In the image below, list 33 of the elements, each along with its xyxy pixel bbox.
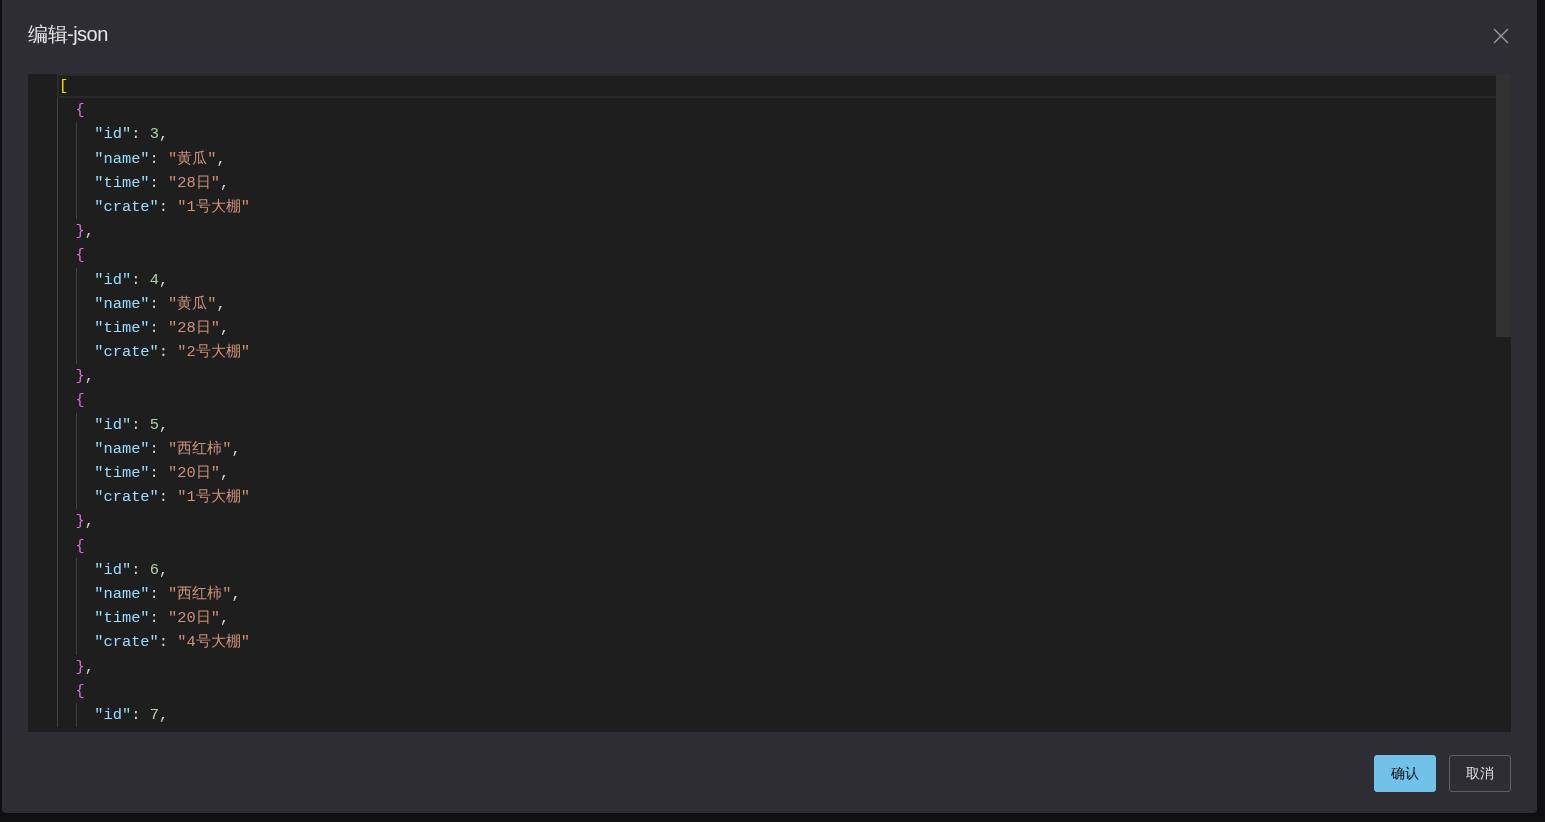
code-line: {: [75, 391, 85, 410]
code-line: "id": 7,: [94, 705, 169, 724]
code-line: },: [75, 657, 95, 676]
code-line: {: [75, 246, 85, 265]
code-line: "name": "西红柿",: [94, 584, 241, 603]
code-line: "id": 4,: [94, 270, 169, 289]
code-line: "crate": "2号大棚": [94, 343, 251, 362]
code-editor[interactable]: [28, 74, 1511, 732]
code-line: "time": "20日",: [94, 464, 230, 482]
code-line: "name": "西红柿",: [94, 439, 241, 458]
code-line: "crate": "4号大棚": [94, 633, 251, 652]
code-line: "time": "20日",: [94, 609, 230, 628]
code-line: },: [75, 512, 95, 531]
code-line: "id": 3,: [94, 125, 169, 144]
code-line: },: [75, 367, 95, 386]
dialog-title: 编辑-json: [28, 22, 108, 46]
code-line: "name": "黄瓜",: [94, 294, 226, 313]
code-line: "id": 6,: [94, 560, 169, 579]
code-line: "time": "28日",: [94, 173, 230, 192]
code-line: {: [75, 681, 85, 700]
close-icon: [1493, 28, 1509, 44]
code-line: "id": 5,: [94, 415, 169, 434]
code-line: {: [75, 101, 85, 120]
code-line: [: [59, 77, 69, 95]
cancel-button[interactable]: 取消: [1449, 755, 1511, 792]
confirm-button[interactable]: 确认: [1374, 755, 1436, 792]
code-line: "name": "黄瓜",: [94, 149, 226, 168]
code-line: },: [75, 222, 95, 241]
code-line: {: [75, 536, 85, 555]
code-line: "crate": "1号大棚": [94, 488, 251, 507]
code-line: "time": "28日",: [94, 318, 230, 337]
close-button[interactable]: [1493, 28, 1509, 44]
code-line: "crate": "1号大棚": [94, 197, 251, 216]
